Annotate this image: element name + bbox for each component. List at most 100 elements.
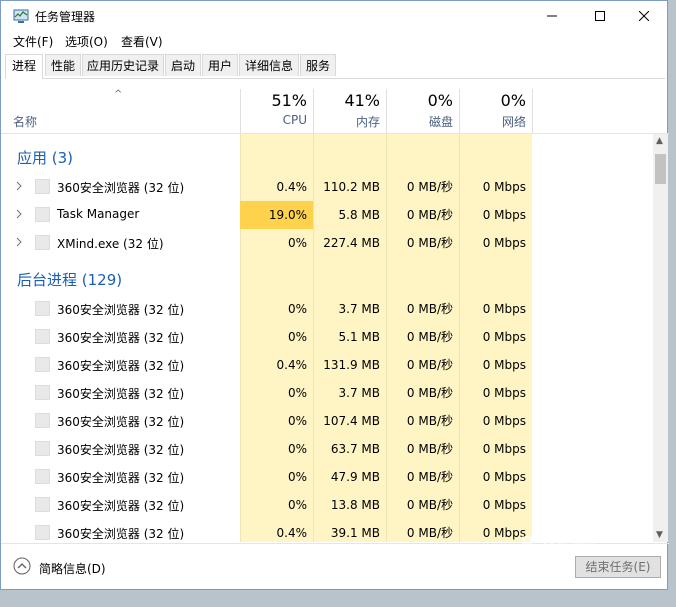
- process-name: 360安全浏览器 (32 位): [57, 527, 185, 541]
- process-name: 360安全浏览器 (32 位): [57, 499, 185, 513]
- disk-cell: 0 MB/秒: [406, 498, 453, 512]
- disk-cell: 0 MB/秒: [406, 208, 453, 222]
- network-cell: 0 Mbps: [482, 302, 526, 316]
- process-icon: [35, 469, 50, 484]
- memory-cell: 131.9 MB: [323, 358, 380, 372]
- network-cell: 0 Mbps: [482, 386, 526, 400]
- fewer-details-link[interactable]: 简略信息(D): [39, 560, 106, 577]
- disk-cell: 0 MB/秒: [406, 330, 453, 344]
- cpu-cell: 0.4%: [276, 180, 308, 194]
- vertical-scrollbar[interactable]: ▲ ▼: [653, 134, 668, 542]
- group-title-apps: 应用 (3): [17, 149, 74, 167]
- process-name: 360安全浏览器 (32 位): [57, 443, 185, 457]
- process-name: 360安全浏览器 (32 位): [57, 181, 185, 195]
- menu-file[interactable]: 文件(F): [13, 33, 53, 50]
- disk-cell: 0 MB/秒: [406, 358, 453, 372]
- memory-total: 41%: [344, 91, 380, 110]
- column-memory[interactable]: 41% 内存: [313, 89, 386, 133]
- table-row[interactable]: 360安全浏览器 (32 位) 0% 3.7 MB 0 MB/秒 0 Mbps: [1, 295, 653, 323]
- disk-cell: 0 MB/秒: [406, 470, 453, 484]
- scroll-thumb[interactable]: [655, 154, 666, 184]
- process-icon: [35, 357, 50, 372]
- column-network[interactable]: 0% 网络: [459, 89, 532, 133]
- memory-cell: 3.7 MB: [338, 302, 380, 316]
- cpu-cell: 0%: [287, 386, 307, 400]
- tab-details[interactable]: 详细信息: [239, 54, 299, 76]
- group-header-apps: 应用 (3): [1, 143, 653, 171]
- memory-cell: 5.1 MB: [338, 330, 380, 344]
- table-row[interactable]: 360安全浏览器 (32 位) 0% 63.7 MB 0 MB/秒 0 Mbps: [1, 435, 653, 463]
- tab-users[interactable]: 用户: [202, 54, 238, 76]
- group-title-background: 后台进程 (129): [17, 271, 123, 289]
- process-name: 360安全浏览器 (32 位): [57, 303, 185, 317]
- chevron-right-icon[interactable]: [14, 236, 24, 248]
- table-row[interactable]: Task Manager 19.0% 5.8 MB 0 MB/秒 0 Mbps: [1, 201, 653, 229]
- disk-cell: 0 MB/秒: [406, 526, 453, 540]
- tab-performance[interactable]: 性能: [45, 54, 81, 76]
- process-name: 360安全浏览器 (32 位): [57, 415, 185, 429]
- end-task-button[interactable]: 结束任务(E): [575, 556, 661, 578]
- network-cell: 0 Mbps: [482, 208, 526, 222]
- chevron-right-icon[interactable]: [14, 180, 24, 192]
- process-name: Task Manager: [57, 207, 140, 221]
- maximize-icon: [595, 11, 605, 21]
- chevron-up-circle-icon[interactable]: [13, 557, 31, 575]
- table-row[interactable]: 360安全浏览器 (32 位) 0.4% 131.9 MB 0 MB/秒 0 M…: [1, 351, 653, 379]
- table-row[interactable]: 360安全浏览器 (32 位) 0% 3.7 MB 0 MB/秒 0 Mbps: [1, 379, 653, 407]
- network-cell: 0 Mbps: [482, 442, 526, 456]
- menu-options[interactable]: 选项(O): [65, 33, 108, 50]
- network-cell: 0 Mbps: [482, 236, 526, 250]
- disk-cell: 0 MB/秒: [406, 180, 453, 194]
- column-cpu[interactable]: 51% CPU: [240, 89, 313, 133]
- memory-cell: 47.9 MB: [330, 470, 380, 484]
- group-header-background: 后台进程 (129): [1, 265, 653, 293]
- tab-startup[interactable]: 启动: [165, 54, 201, 76]
- maximize-button[interactable]: [577, 1, 623, 31]
- process-list: 应用 (3) 360安全浏览器 (32 位) 0.4% 110.2 MB 0 M…: [1, 134, 653, 542]
- close-button[interactable]: [621, 1, 667, 31]
- disk-label: 磁盘: [428, 115, 453, 129]
- table-row[interactable]: XMind.exe (32 位) 0% 227.4 MB 0 MB/秒 0 Mb…: [1, 229, 653, 257]
- tab-services[interactable]: 服务: [300, 54, 336, 76]
- minimize-button[interactable]: [529, 1, 575, 31]
- process-icon: [35, 525, 50, 540]
- cpu-cell: 0%: [287, 236, 307, 250]
- scroll-up-icon[interactable]: ▲: [656, 136, 663, 146]
- column-header: ^ 名称 51% CPU 41% 内存 0% 磁盘 0% 网络: [1, 89, 669, 134]
- task-manager-window: 任务管理器 文件(F) 选项(O) 查看(V) 进程 性能 应用历史记录 启动 …: [0, 0, 669, 590]
- title-bar[interactable]: 任务管理器: [1, 1, 667, 31]
- tab-app-history[interactable]: 应用历史记录: [82, 54, 164, 76]
- process-icon: [35, 329, 50, 344]
- network-cell: 0 Mbps: [482, 330, 526, 344]
- table-row[interactable]: 360安全浏览器 (32 位) 0% 47.9 MB 0 MB/秒 0 Mbps: [1, 463, 653, 491]
- disk-cell: 0 MB/秒: [406, 414, 453, 428]
- disk-cell: 0 MB/秒: [406, 442, 453, 456]
- process-icon: [35, 301, 50, 316]
- sort-caret-icon: ^: [114, 89, 123, 100]
- column-divider: [532, 89, 533, 133]
- chevron-right-icon[interactable]: [14, 208, 24, 220]
- table-row[interactable]: 360安全浏览器 (32 位) 0% 13.8 MB 0 MB/秒 0 Mbps: [1, 491, 653, 519]
- cpu-cell: 19.0%: [240, 201, 313, 229]
- table-row[interactable]: 360安全浏览器 (32 位) 0% 5.1 MB 0 MB/秒 0 Mbps: [1, 323, 653, 351]
- process-name: 360安全浏览器 (32 位): [57, 359, 185, 373]
- cpu-cell: 0.4%: [276, 526, 308, 540]
- column-name[interactable]: 名称: [13, 113, 37, 130]
- table-row[interactable]: 360安全浏览器 (32 位) 0% 107.4 MB 0 MB/秒 0 Mbp…: [1, 407, 653, 435]
- table-row[interactable]: 360安全浏览器 (32 位) 0.4% 110.2 MB 0 MB/秒 0 M…: [1, 173, 653, 201]
- process-name: 360安全浏览器 (32 位): [57, 471, 185, 485]
- disk-cell: 0 MB/秒: [406, 302, 453, 316]
- network-total: 0%: [500, 91, 526, 110]
- menu-view[interactable]: 查看(V): [121, 33, 163, 50]
- cpu-total: 51%: [271, 91, 307, 110]
- tab-processes[interactable]: 进程: [5, 54, 43, 79]
- column-disk[interactable]: 0% 磁盘: [386, 89, 459, 133]
- process-icon: [35, 179, 50, 194]
- network-label: 网络: [501, 115, 526, 129]
- scroll-down-icon[interactable]: ▼: [656, 530, 663, 540]
- cpu-cell: 0%: [287, 470, 307, 484]
- memory-cell: 107.4 MB: [323, 414, 380, 428]
- watermark-text: Bai经验: [520, 532, 596, 556]
- close-icon: [639, 11, 649, 21]
- cpu-label: CPU: [282, 113, 307, 127]
